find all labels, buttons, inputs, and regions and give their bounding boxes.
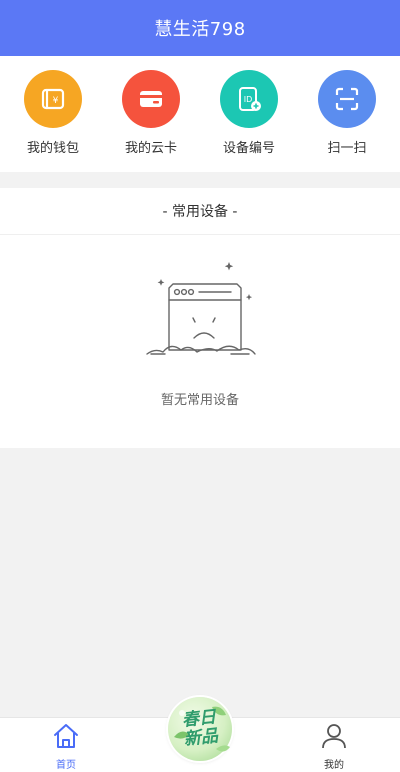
promo-text: 春日 新品 — [165, 694, 235, 764]
spring-new-products-badge[interactable]: 春日 新品 — [168, 697, 232, 761]
scan-label: 扫一扫 — [327, 141, 367, 156]
device-id-label: 设备编号 — [222, 141, 275, 156]
wallet-icon: ¥ — [24, 70, 82, 128]
quick-actions-panel: ¥ 我的钱包 我的云卡 ID 设备编号 扫一扫 — [0, 56, 400, 172]
tab-mine-label: 我的 — [324, 760, 344, 771]
empty-state-text: 暂无常用设备 — [160, 393, 239, 408]
wallet-label: 我的钱包 — [26, 141, 79, 156]
empty-state-illustration — [145, 258, 257, 372]
scan-button[interactable]: 扫一扫 — [297, 70, 397, 156]
cloud-card-button[interactable]: 我的云卡 — [101, 70, 201, 156]
scan-icon — [318, 70, 376, 128]
home-icon — [51, 722, 81, 754]
svg-text:¥: ¥ — [53, 96, 59, 106]
section-title: - 常用设备 - — [0, 188, 400, 235]
common-devices-section: - 常用设备 - 暂无常用设备 — [0, 188, 400, 448]
tab-mine[interactable]: 我的 — [294, 722, 374, 771]
device-id-icon: ID — [220, 70, 278, 128]
tab-home[interactable]: 首页 — [26, 722, 106, 771]
cloud-card-label: 我的云卡 — [124, 141, 177, 156]
user-icon — [319, 722, 349, 754]
device-id-button[interactable]: ID 设备编号 — [199, 70, 299, 156]
page-title: 慧生活798 — [154, 19, 246, 40]
wallet-button[interactable]: ¥ 我的钱包 — [3, 70, 103, 156]
card-icon — [122, 70, 180, 128]
tab-home-label: 首页 — [56, 760, 76, 771]
promo-line2: 新品 — [182, 726, 219, 750]
app-header: 慧生活798 — [0, 0, 400, 56]
svg-text:ID: ID — [244, 95, 253, 104]
